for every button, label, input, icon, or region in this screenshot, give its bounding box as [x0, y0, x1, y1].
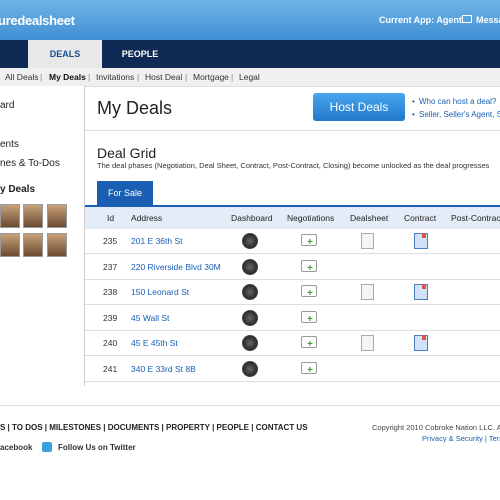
deal-address-link[interactable]: 150 Leonard St: [131, 287, 189, 297]
table-header: Id Address Dashboard Negotiations Dealsh…: [85, 205, 500, 229]
dashboard-dial-icon[interactable]: [242, 233, 258, 249]
copyright-text: Copyright 2010 Cobroke Nation LLC. All: [372, 423, 500, 432]
avatar[interactable]: [0, 233, 20, 257]
tab-people[interactable]: PEOPLE: [102, 40, 178, 68]
subnav-legal[interactable]: Legal: [239, 72, 260, 82]
dashboard-dial-icon[interactable]: [242, 258, 258, 275]
subnav-host-deal[interactable]: Host Deal: [145, 72, 182, 82]
dashboard-dial-icon[interactable]: [242, 360, 258, 377]
sub-nav: All Deals | My Deals | Invitations | Hos…: [0, 68, 500, 87]
dealsheet-document-icon[interactable]: [361, 284, 374, 300]
deal-id: 239: [103, 312, 118, 323]
table-row: 241 340 E 33rd St 8B +: [85, 356, 500, 382]
contract-flag-icon: [422, 284, 426, 289]
facebook-link[interactable]: acebook: [0, 443, 32, 452]
contract-flag-icon: [422, 233, 426, 238]
dashboard-dial-icon[interactable]: [242, 309, 258, 326]
column-address[interactable]: Address: [131, 213, 162, 223]
deal-id: 241: [103, 363, 118, 374]
table-row: 235 201 E 36th St +: [85, 228, 500, 254]
contract-flag-icon: [422, 335, 426, 340]
main-nav: DEALS PEOPLE: [0, 40, 500, 68]
mail-icon[interactable]: [462, 15, 472, 23]
avatar[interactable]: [47, 233, 67, 257]
add-icon[interactable]: +: [307, 314, 315, 324]
footer-divider: [0, 405, 500, 406]
twitter-link[interactable]: Follow Us on Twitter: [58, 443, 136, 452]
host-deals-button[interactable]: Host Deals: [313, 93, 405, 121]
avatar[interactable]: [23, 233, 43, 257]
deal-address-link[interactable]: 45 E 45th St: [131, 338, 178, 348]
bullet-icon: •: [412, 97, 415, 106]
site-logo[interactable]: uredealsheet: [0, 13, 75, 28]
messages-link[interactable]: Messa: [476, 15, 500, 25]
add-icon[interactable]: +: [307, 365, 315, 375]
add-icon[interactable]: +: [307, 238, 315, 248]
footer-links[interactable]: S | TO DOS | MILESTONES | DOCUMENTS | PR…: [0, 423, 308, 432]
column-negotiations[interactable]: Negotiations: [287, 213, 334, 223]
left-sidebar: ard ents nes & To-Dos y Deals: [0, 86, 85, 386]
twitter-icon[interactable]: [42, 442, 52, 452]
avatar[interactable]: [47, 204, 67, 228]
bullet-icon: •: [412, 110, 415, 119]
deal-address-link[interactable]: 201 E 36th St: [131, 236, 183, 246]
add-icon[interactable]: +: [307, 340, 315, 350]
avatar[interactable]: [23, 204, 43, 228]
subnav-separator: |: [137, 72, 140, 82]
page-title: My Deals: [97, 98, 173, 118]
deal-id: 237: [103, 261, 118, 272]
subnav-separator: |: [40, 72, 43, 82]
seller-agent-link[interactable]: Seller, Seller's Agent, S: [419, 110, 500, 119]
deal-address-link[interactable]: 220 Riverside Blvd 30M: [131, 262, 221, 272]
deal-address-link[interactable]: 340 E 33rd St 8B: [131, 364, 196, 374]
subnav-all-deals[interactable]: All Deals: [5, 72, 39, 82]
subnav-separator: |: [231, 72, 234, 82]
table-row: 239 45 Wall St +: [85, 305, 500, 331]
subnav-invitations[interactable]: Invitations: [96, 72, 134, 82]
sidebar-item-milestones[interactable]: nes & To-Dos: [0, 158, 60, 169]
table-row: 238 150 Leonard St +: [85, 279, 500, 305]
who-can-host-link[interactable]: Who can host a deal?: [419, 97, 496, 106]
tab-deals[interactable]: DEALS: [28, 40, 102, 68]
grid-title: Deal Grid: [97, 145, 157, 161]
deal-id: 238: [103, 287, 118, 297]
avatar[interactable]: [0, 204, 20, 228]
dealsheet-document-icon[interactable]: [361, 233, 374, 249]
column-contract[interactable]: Contract: [404, 213, 436, 223]
column-dashboard[interactable]: Dashboard: [231, 213, 273, 223]
grid-description: The deal phases (Negotiation, Deal Sheet…: [97, 161, 490, 170]
deal-id: 240: [103, 338, 118, 348]
subnav-my-deals[interactable]: My Deals: [49, 72, 86, 82]
column-id[interactable]: Id: [107, 213, 114, 223]
table-row: 237 220 Riverside Blvd 30M +: [85, 254, 500, 280]
sidebar-item-documents[interactable]: ents: [0, 139, 19, 150]
dashboard-dial-icon[interactable]: [242, 284, 258, 300]
subnav-separator: |: [185, 72, 188, 82]
add-icon[interactable]: +: [307, 263, 315, 273]
current-app-label[interactable]: Current App: Agent: [379, 15, 462, 25]
deal-address-link[interactable]: 45 Wall St: [131, 313, 169, 323]
dashboard-dial-icon[interactable]: [242, 335, 258, 351]
subnav-separator: |: [88, 72, 91, 82]
privacy-terms-link[interactable]: Privacy & Security | Term: [422, 434, 500, 443]
sidebar-item-my-deals[interactable]: y Deals: [0, 184, 35, 195]
subnav-mortgage[interactable]: Mortgage: [193, 72, 229, 82]
add-icon[interactable]: +: [307, 289, 315, 299]
column-dealsheet[interactable]: Dealsheet: [350, 213, 388, 223]
column-post-contract[interactable]: Post-Contract: [451, 213, 500, 223]
dealsheet-document-icon[interactable]: [361, 335, 374, 351]
deal-id: 235: [103, 236, 118, 246]
sidebar-item-dashboard[interactable]: ard: [0, 100, 14, 111]
table-row: 240 45 E 45th St +: [85, 330, 500, 356]
tab-for-sale[interactable]: For Sale: [97, 181, 153, 205]
